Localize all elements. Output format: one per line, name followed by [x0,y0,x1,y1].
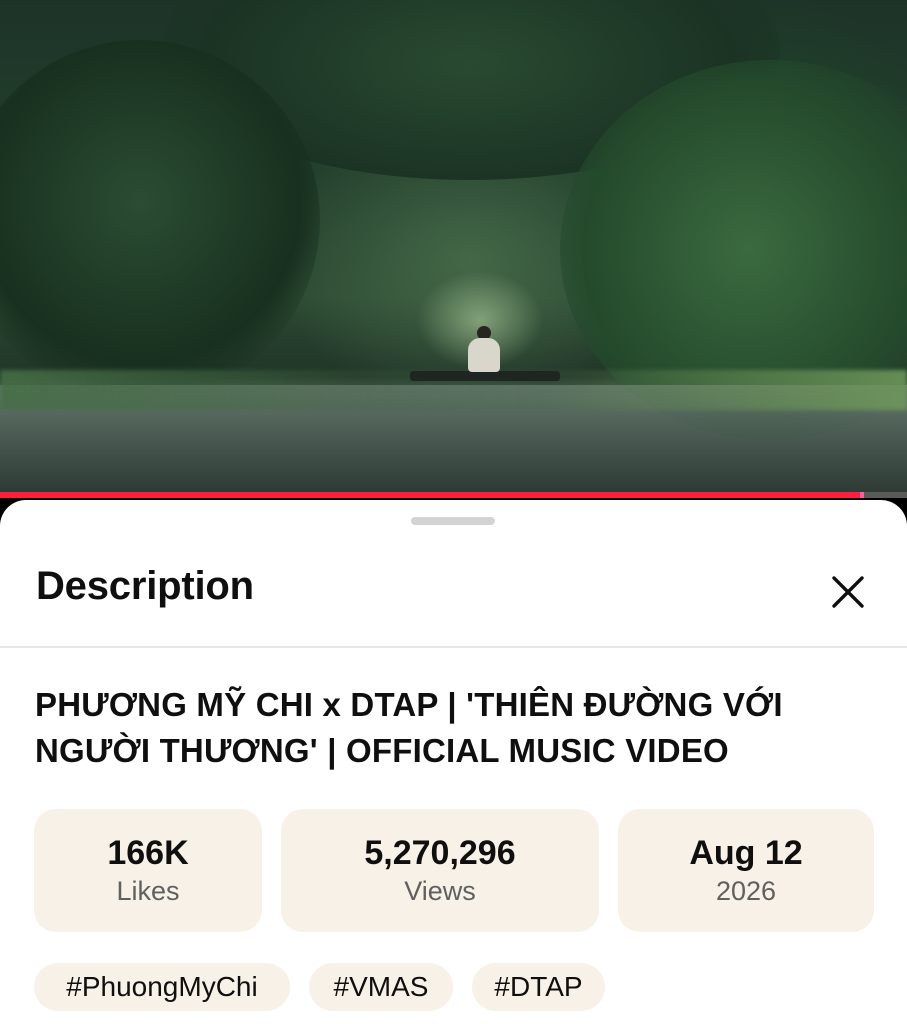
hashtag-chip[interactable]: #VMAS [309,963,453,1011]
sheet-title: Description [36,564,254,608]
close-button[interactable] [818,562,878,622]
likes-stat: 166K Likes [34,809,262,932]
video-player[interactable] [0,0,907,496]
publish-year: 2026 [715,875,777,906]
video-title: PHƯƠNG MỸ CHI x DTAP | 'THIÊN ĐƯỜNG VỚI … [35,686,783,769]
views-label: Views [404,875,476,906]
description-sheet: Description PHƯƠNG MỸ CHI x DTAP | 'THIÊ… [0,500,907,1024]
likes-count: 166K [107,833,189,872]
video-progress-bar[interactable] [0,492,907,498]
header-divider [0,646,907,648]
views-count: 5,270,296 [364,833,516,872]
hashtag-chip[interactable]: #PhuongMyChi [34,963,290,1011]
sheet-drag-handle[interactable] [411,517,495,525]
hashtag-chip[interactable]: #DTAP [472,963,605,1011]
publish-date: Aug 12 [689,833,803,872]
video-frame-person [466,326,502,374]
views-stat: 5,270,296 Views [281,809,599,932]
video-progress-fill [0,492,864,498]
likes-label: Likes [116,875,180,906]
close-icon [832,576,864,608]
publish-date-stat: Aug 12 2026 [618,809,874,932]
